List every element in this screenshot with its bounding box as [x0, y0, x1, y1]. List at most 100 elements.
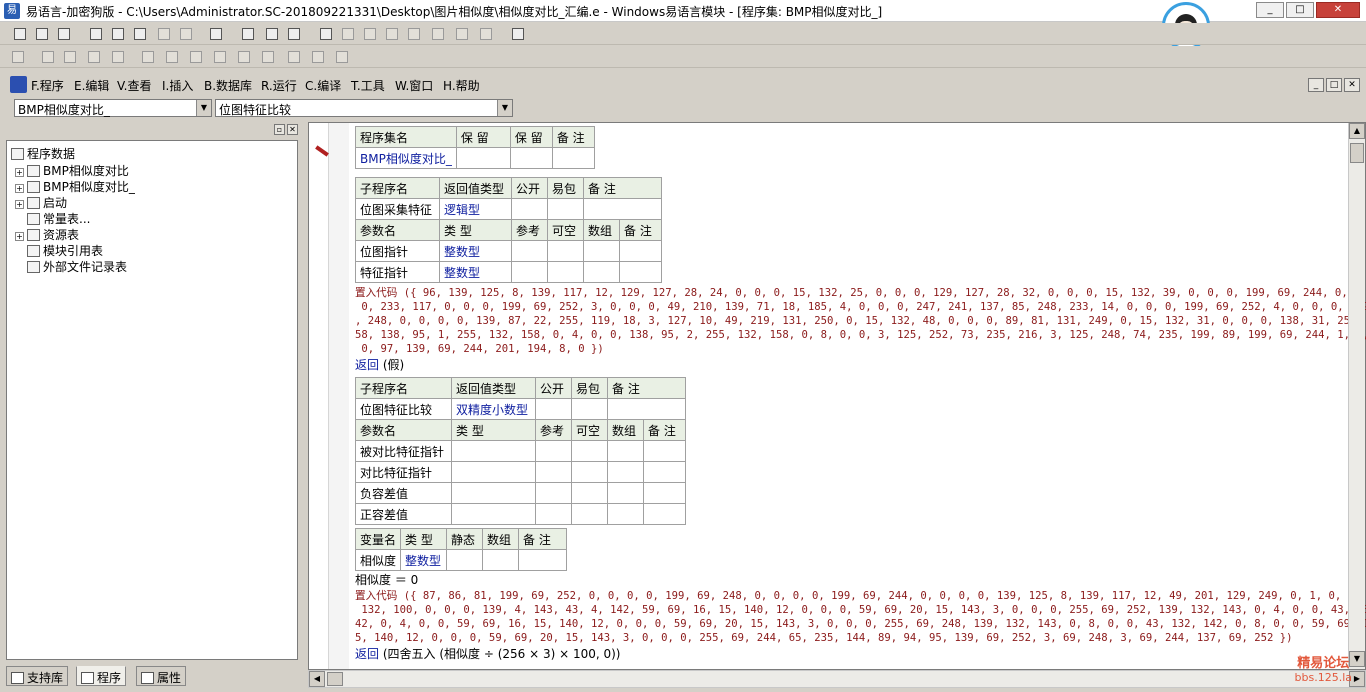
expand-icon[interactable]: + [15, 232, 24, 241]
layout2-icon[interactable] [264, 26, 280, 42]
empty-cell[interactable] [511, 240, 548, 262]
scroll-up-icon[interactable]: ▲ [1349, 123, 1365, 139]
inline-asm-code[interactable]: 置入代码 ({ 96, 139, 125, 8, 139, 117, 12, 1… [355, 286, 1366, 356]
expand-icon[interactable]: + [15, 200, 24, 209]
center-v-icon[interactable] [310, 49, 326, 65]
redo-icon[interactable] [178, 26, 194, 42]
undo-icon[interactable] [156, 26, 172, 42]
save-icon[interactable] [56, 26, 72, 42]
empty-cell[interactable] [509, 147, 553, 169]
tree-item[interactable]: 外部文件记录表 [27, 258, 127, 275]
expand-icon[interactable]: + [15, 168, 24, 177]
empty-cell[interactable] [607, 503, 644, 525]
ret-type-cell[interactable]: 双精度小数型 [451, 398, 536, 420]
empty-cell[interactable] [571, 482, 608, 504]
return-line[interactable]: 返回 (四舍五入 (相似度 ÷ (256 × 3) × 100, 0)) [355, 645, 1335, 663]
menu-view[interactable]: V.查看 [117, 77, 151, 94]
empty-cell[interactable] [607, 398, 686, 420]
sub-name-cell[interactable]: 位图特征比较 [355, 398, 452, 420]
tree-item[interactable]: + BMP相似度对比_ [15, 178, 135, 195]
menu-run[interactable]: R.运行 [261, 77, 297, 94]
sub-name-cell[interactable]: 位图采集特征 [355, 198, 440, 220]
code-editor[interactable]: 程序集名 保 留 保 留 备 注 BMP相似度对比_ 子程序名 返回值类型 公开… [308, 122, 1366, 670]
menu-database[interactable]: B.数据库 [204, 77, 252, 94]
cut-icon[interactable] [88, 26, 104, 42]
param-name-cell[interactable]: 正容差值 [355, 503, 452, 525]
assembly-name-cell[interactable]: BMP相似度对比_ [355, 147, 457, 169]
chevron-down-icon[interactable]: ▼ [497, 100, 512, 116]
empty-cell[interactable] [571, 503, 608, 525]
vertical-scrollbar[interactable]: ▲ ▼ [1348, 123, 1365, 669]
empty-cell[interactable] [607, 482, 644, 504]
menu-insert[interactable]: I.插入 [162, 77, 193, 94]
chevron-down-icon[interactable]: ▼ [196, 100, 211, 116]
empty-cell[interactable] [547, 261, 584, 283]
empty-cell[interactable] [455, 147, 511, 169]
run-icon[interactable] [318, 26, 334, 42]
debug-icon[interactable] [510, 26, 526, 42]
find-icon[interactable] [208, 26, 224, 42]
param-name-cell[interactable]: 被对比特征指针 [355, 440, 452, 462]
open-file-icon[interactable] [34, 26, 50, 42]
center-icon[interactable] [286, 49, 302, 65]
tree-item[interactable]: + BMP相似度对比 [15, 162, 129, 179]
scroll-thumb[interactable] [1350, 143, 1364, 163]
inline-asm-code[interactable]: 置入代码 ({ 87, 86, 81, 199, 69, 252, 0, 0, … [355, 589, 1366, 645]
menu-tools[interactable]: T.工具 [351, 77, 385, 94]
param-type-cell[interactable]: 整数型 [439, 240, 512, 262]
menu-program[interactable]: F.程序 [31, 77, 64, 94]
empty-cell[interactable] [446, 549, 484, 571]
layout1-icon[interactable] [240, 26, 256, 42]
var-name-cell[interactable]: 相似度 [354, 549, 402, 571]
align-bottom-icon[interactable] [110, 49, 126, 65]
tab-program[interactable]: 程序 [76, 666, 127, 686]
empty-cell[interactable] [535, 440, 572, 462]
empty-cell[interactable] [619, 240, 662, 262]
tree-item[interactable]: + 启动 [15, 194, 67, 211]
align-icon[interactable] [10, 49, 26, 65]
menu-help[interactable]: H.帮助 [443, 77, 480, 94]
project-tree[interactable]: 程序数据 + BMP相似度对比 + BMP相似度对比_ + 启动 常量表... + 资源… [6, 140, 298, 660]
empty-cell[interactable] [535, 461, 572, 483]
empty-cell[interactable] [511, 198, 548, 220]
pin-icon[interactable]: ▫ [274, 124, 285, 135]
param-name-cell[interactable]: 对比特征指针 [355, 461, 452, 483]
param-name-cell[interactable]: 特征指针 [355, 261, 440, 283]
assembly-select[interactable]: BMP相似度对比_ ▼ [14, 99, 212, 117]
step5-icon[interactable] [454, 26, 470, 42]
scroll-left-icon[interactable]: ◀ [309, 671, 325, 687]
subroutine-select[interactable]: 位图特征比较 ▼ [215, 99, 513, 117]
assign-line[interactable]: 相似度 ＝ 0 [355, 571, 1335, 589]
center-h-icon[interactable] [260, 49, 276, 65]
empty-cell[interactable] [643, 482, 686, 504]
empty-cell[interactable] [547, 240, 584, 262]
empty-cell[interactable] [583, 198, 662, 220]
empty-cell[interactable] [535, 503, 572, 525]
empty-cell[interactable] [643, 503, 686, 525]
empty-cell[interactable] [518, 549, 568, 571]
empty-cell[interactable] [451, 461, 536, 483]
tree-item[interactable]: 常量表... [27, 210, 90, 227]
empty-cell[interactable] [482, 549, 520, 571]
step4-icon[interactable] [430, 26, 446, 42]
menu-edit[interactable]: E.编辑 [74, 77, 109, 94]
menu-compile[interactable]: C.编译 [305, 77, 341, 94]
param-type-cell[interactable]: 整数型 [439, 261, 512, 283]
same-height-icon[interactable] [212, 49, 228, 65]
return-line[interactable]: 返回 (假) [355, 356, 1335, 374]
param-name-cell[interactable]: 负容差值 [355, 482, 452, 504]
hscroll-thumb[interactable] [327, 672, 343, 686]
empty-cell[interactable] [607, 440, 644, 462]
empty-cell[interactable] [583, 261, 620, 283]
mdi-restore-button[interactable]: □ [1326, 78, 1342, 92]
empty-cell[interactable] [451, 503, 536, 525]
tab-properties[interactable]: 属性 [136, 666, 187, 686]
tab-support-lib[interactable]: 支持库 [6, 666, 69, 686]
paste-icon[interactable] [132, 26, 148, 42]
copy-icon[interactable] [110, 26, 126, 42]
ret-type-cell[interactable]: 逻辑型 [439, 198, 512, 220]
panel-close-icon[interactable]: ✕ [287, 124, 298, 135]
mdi-close-button[interactable]: ✕ [1344, 78, 1360, 92]
close-button[interactable]: ✕ [1316, 2, 1360, 18]
tree-item[interactable]: + 资源表 [15, 226, 79, 243]
